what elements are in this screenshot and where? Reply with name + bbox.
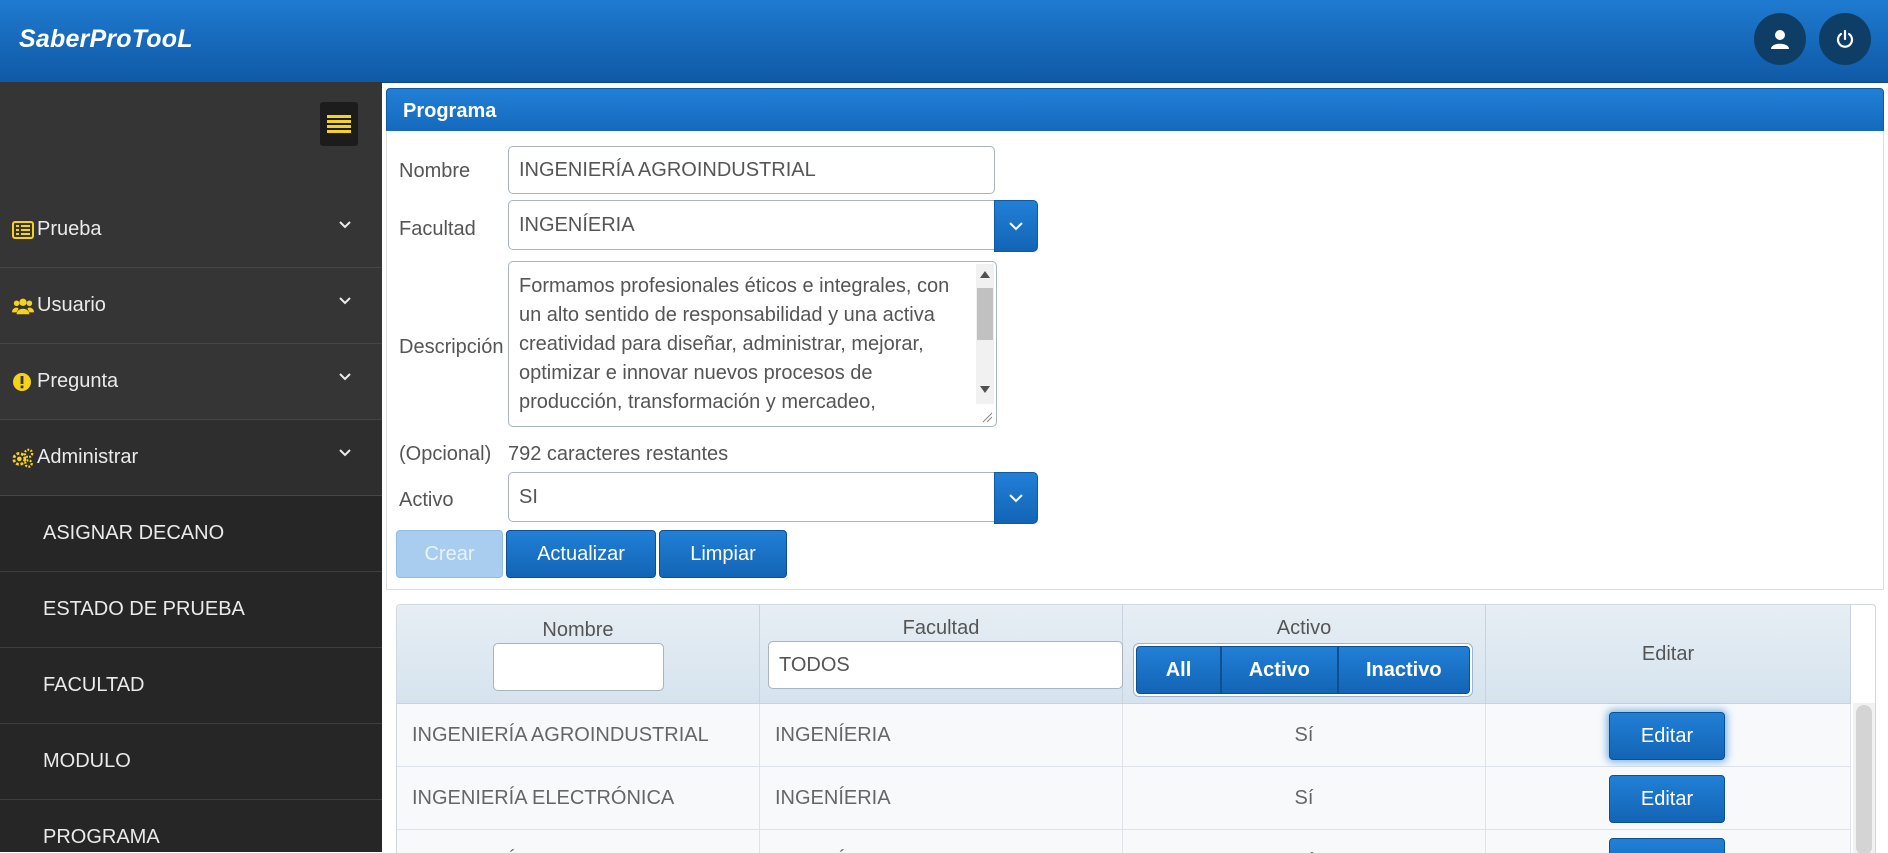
programs-table: Nombre Facultad TODOS Activo All Activo …	[396, 604, 1876, 853]
cell-nombre: INGENIERÍA AGROINDUSTRIAL	[397, 704, 760, 766]
sidebar-toggle-button[interactable]	[320, 102, 358, 146]
table-row[interactable]: INGENIERÍA INDUSTRIAL INGENÍERIA Sí Edit…	[397, 830, 1851, 853]
filter-all-button[interactable]: All	[1136, 646, 1221, 694]
column-header-editar: Editar	[1486, 605, 1851, 703]
exclamation-circle-icon	[12, 371, 34, 393]
cell-activo: Sí	[1123, 830, 1486, 853]
facultad-dropdown-button[interactable]	[994, 200, 1038, 252]
chevron-down-icon	[339, 373, 351, 381]
cell-editar: Editar	[1486, 704, 1851, 766]
sidebar-item-label: Administrar	[37, 446, 139, 468]
sidebar-item-label: Pregunta	[37, 370, 119, 392]
menu-lines-icon	[327, 115, 351, 133]
sidebar-item-prueba[interactable]: Prueba	[0, 192, 382, 268]
sidebar-item-usuario[interactable]: Usuario	[0, 268, 382, 344]
power-icon	[1836, 29, 1854, 48]
actualizar-button[interactable]: Actualizar	[506, 530, 656, 578]
cell-facultad: INGENÍERIA	[760, 704, 1123, 766]
sidebar-subitem-estado-de-prueba[interactable]: ESTADO DE PRUEBA	[0, 572, 382, 648]
sidebar-item-label: Prueba	[37, 218, 102, 240]
column-title: Editar	[1641, 643, 1695, 665]
panel-title: Programa	[403, 100, 497, 122]
chars-remaining: 792 caracteres restantes	[508, 443, 729, 465]
gears-icon	[12, 447, 34, 469]
sidebar-subitem-modulo[interactable]: MODULO	[0, 724, 382, 800]
table-scroll-thumb[interactable]	[1856, 705, 1872, 853]
chevron-down-icon	[339, 221, 351, 229]
administrar-submenu: ASIGNAR DECANO ESTADO DE PRUEBA FACULTAD…	[0, 496, 382, 852]
cell-nombre: INGENIERÍA INDUSTRIAL	[397, 830, 760, 853]
sidebar-item-pregunta[interactable]: Pregunta	[0, 344, 382, 420]
chevron-down-icon	[1009, 494, 1023, 503]
sidebar-item-label: Usuario	[37, 294, 106, 316]
column-header-facultad: Facultad TODOS	[760, 605, 1123, 703]
facultad-filter-input[interactable]: TODOS	[768, 641, 1123, 689]
limpiar-button[interactable]: Limpiar	[659, 530, 787, 578]
table-row[interactable]: INGENIERÍA ELECTRÓNICA INGENÍERIA Sí Edi…	[397, 767, 1851, 830]
sidebar-menu: Prueba Usuario Pregunta Administrar ASIG…	[0, 192, 382, 852]
table-row[interactable]: INGENIERÍA AGROINDUSTRIAL INGENÍERIA Sí …	[397, 704, 1851, 767]
column-header-nombre: Nombre	[397, 605, 760, 703]
filter-activo-button[interactable]: Activo	[1220, 646, 1338, 694]
activo-dropdown-button[interactable]	[994, 472, 1038, 524]
chevron-down-icon	[1009, 222, 1023, 231]
cell-facultad: INGENÍERIA	[760, 830, 1123, 853]
cell-editar: Editar	[1486, 830, 1851, 853]
sidebar: Prueba Usuario Pregunta Administrar ASIG…	[0, 82, 382, 852]
column-header-activo: Activo All Activo Inactivo	[1123, 605, 1486, 703]
edit-button[interactable]: Editar	[1609, 775, 1725, 823]
edit-button[interactable]: Editar	[1609, 838, 1725, 853]
activo-select[interactable]: SI	[508, 472, 1038, 524]
column-title: Nombre	[542, 619, 614, 641]
scroll-down-icon[interactable]	[980, 386, 990, 393]
column-title: Facultad	[902, 617, 980, 639]
user-button[interactable]	[1754, 13, 1806, 65]
table-scrollbar[interactable]	[1853, 703, 1875, 853]
panel-header: Programa	[386, 88, 1884, 134]
chevron-down-icon	[339, 297, 351, 305]
opcional-label: (Opcional)	[399, 443, 492, 465]
sidebar-subitem-facultad[interactable]: FACULTAD	[0, 648, 382, 724]
nombre-filter-input[interactable]	[493, 643, 664, 691]
cell-activo: Sí	[1123, 767, 1486, 829]
cell-activo: Sí	[1123, 704, 1486, 766]
sidebar-subitem-asignar-decano[interactable]: ASIGNAR DECANO	[0, 496, 382, 572]
cell-nombre: INGENIERÍA ELECTRÓNICA	[397, 767, 760, 829]
activo-select-value: SI	[519, 486, 538, 508]
brand-logo[interactable]: SaberProTooL	[19, 25, 193, 54]
top-bar: SaberProTooL	[0, 0, 1888, 83]
facultad-label: Facultad	[399, 218, 476, 240]
descripcion-label: Descripción	[399, 336, 504, 358]
edit-button[interactable]: Editar	[1609, 712, 1725, 760]
activo-label: Activo	[399, 489, 454, 511]
logout-button[interactable]	[1819, 13, 1871, 65]
textarea-scroll-thumb[interactable]	[977, 288, 993, 340]
textarea-scrollbar[interactable]	[976, 264, 994, 404]
chevron-down-icon	[339, 449, 351, 457]
cell-editar: Editar	[1486, 767, 1851, 829]
crear-button[interactable]: Crear	[396, 530, 503, 578]
facultad-select-value: INGENÍERIA	[519, 214, 635, 236]
facultad-select[interactable]: INGENÍERIA	[508, 200, 1038, 252]
resize-grip-icon[interactable]	[981, 411, 993, 423]
user-icon	[1771, 30, 1789, 49]
column-title: Activo	[1276, 617, 1332, 639]
nombre-input[interactable]: INGENIERÍA AGROINDUSTRIAL	[508, 146, 995, 194]
sidebar-item-administrar[interactable]: Administrar	[0, 420, 382, 496]
filter-inactivo-button[interactable]: Inactivo	[1337, 646, 1470, 694]
users-icon	[12, 295, 34, 317]
nombre-label: Nombre	[399, 160, 471, 182]
table-header: Nombre Facultad TODOS Activo All Activo …	[397, 605, 1851, 704]
descripcion-textarea[interactable]: Formamos profesionales éticos e integral…	[508, 261, 997, 427]
sidebar-subitem-programa[interactable]: PROGRAMA	[0, 800, 382, 852]
scroll-up-icon[interactable]	[980, 271, 990, 278]
descripcion-text: Formamos profesionales éticos e integral…	[519, 275, 950, 413]
activo-filter-segmented: All Activo Inactivo	[1133, 643, 1473, 697]
list-icon	[12, 219, 34, 241]
cell-facultad: INGENÍERIA	[760, 767, 1123, 829]
